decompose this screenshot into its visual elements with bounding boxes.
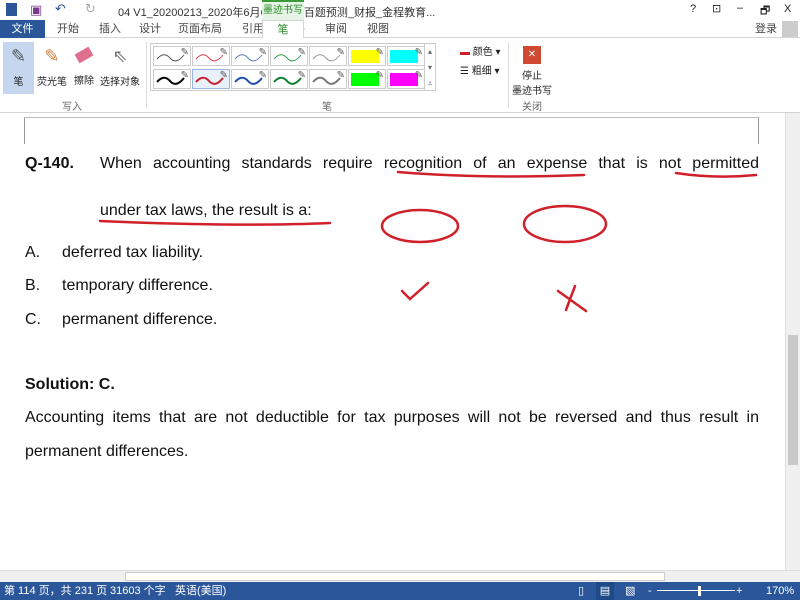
tab-file[interactable]: 文件 <box>0 20 45 38</box>
login-link[interactable]: 登录 <box>752 20 780 38</box>
pen-swatch[interactable]: ✎ <box>231 46 269 66</box>
color-button[interactable]: ▬ 颜色 ▾ <box>460 43 501 58</box>
read-mode-icon[interactable]: ▯ <box>578 582 584 600</box>
word-count[interactable]: 31603 个字 <box>110 582 166 600</box>
select-label: 选择对象 <box>100 77 140 88</box>
tab-home[interactable]: 开始 <box>50 20 86 38</box>
stop-label: 停止 <box>522 71 542 82</box>
document-area[interactable]: Q-140. When accounting standards require… <box>0 113 785 570</box>
close-x-icon: ✕ <box>523 46 541 64</box>
zoom-level[interactable]: 170% <box>766 582 794 600</box>
thickness-button[interactable]: ☰ 粗细 ▾ <box>460 62 500 77</box>
pen-swatch[interactable]: ✎ <box>309 46 347 66</box>
close-group-label: 关闭 <box>522 102 542 113</box>
help-button[interactable]: ? <box>690 3 696 15</box>
redo-icon[interactable]: ↻ <box>85 1 96 17</box>
eraser-button[interactable]: 擦除 <box>70 42 98 94</box>
scroll-thumb[interactable] <box>125 572 665 581</box>
ink-checkmark <box>400 281 430 301</box>
avatar[interactable] <box>782 21 798 37</box>
maximize-button[interactable]: 🗗 <box>760 2 770 21</box>
scroll-thumb[interactable] <box>788 335 798 465</box>
highlighter-icon: ✎ <box>44 46 60 66</box>
write-group-label: 写入 <box>62 102 82 113</box>
ink-underline <box>396 170 586 178</box>
ribbon: ✎ 笔 ✎ 荧光笔 擦除 ⇖ 选择对象 写入 ✎ ✎ ✎ ✎ ✎ ✎ ✎ ✎ ✎ ✎ ✎ ✎ ✎ ✎ ▴ ▾… <box>0 38 800 113</box>
language[interactable]: 英语(美国) <box>175 582 226 600</box>
zoom-in-button[interactable]: + <box>736 582 742 600</box>
page-count[interactable]: 第 114 页，共 231 页 <box>4 582 107 600</box>
pen-swatch[interactable]: ✎ <box>348 46 386 66</box>
save-icon[interactable]: ▣ <box>30 2 42 18</box>
pen-gallery: ✎ ✎ ✎ ✎ ✎ ✎ ✎ ✎ ✎ ✎ ✎ ✎ ✎ ✎ <box>150 43 425 91</box>
pen-label: 笔 <box>13 77 24 88</box>
status-bar: 第 114 页，共 231 页 31603 个字 英语(美国) ▯ ▤ ▧ - … <box>0 582 800 600</box>
horizontal-scrollbar[interactable] <box>0 570 800 582</box>
pen-swatch[interactable]: ✎ <box>192 69 230 89</box>
color-label: 颜色 <box>472 47 493 58</box>
close-button[interactable]: X <box>784 3 791 15</box>
zoom-slider[interactable] <box>657 590 735 591</box>
print-layout-icon[interactable]: ▤ <box>596 582 614 600</box>
pen-swatch[interactable]: ✎ <box>270 69 308 89</box>
tab-design[interactable]: 设计 <box>132 20 168 38</box>
ink-tools-context-tab: 墨迹书写工具 <box>262 0 304 34</box>
pen-swatch[interactable]: ✎ <box>153 69 191 89</box>
eraser-icon <box>74 46 94 64</box>
select-objects-button[interactable]: ⇖ 选择对象 <box>98 42 142 94</box>
word-icon <box>6 3 17 16</box>
ribbon-tabs: 文件 开始 插入 设计 页面布局 引用 邮件 审阅 视图 笔 登录 <box>0 20 800 39</box>
ribbon-display-button[interactable]: ⊡ <box>712 2 721 15</box>
thickness-label: 粗细 <box>471 66 492 77</box>
ink-annotations <box>98 170 758 313</box>
color-icon: ▬ <box>460 47 470 58</box>
tab-layout[interactable]: 页面布局 <box>172 20 228 38</box>
cursor-icon: ⇖ <box>112 46 128 66</box>
pen-swatch[interactable]: ✎ <box>270 46 308 66</box>
minimize-button[interactable]: – <box>737 2 743 14</box>
zoom-slider-thumb[interactable] <box>698 586 701 596</box>
highlighter-label: 荧光笔 <box>37 77 67 88</box>
divider <box>508 42 509 108</box>
stop-inking-button[interactable]: ✕ 停止 墨迹书写 <box>512 42 552 97</box>
pen-swatch[interactable]: ✎ <box>153 46 191 66</box>
eraser-label: 擦除 <box>74 76 94 87</box>
pen-swatch[interactable]: ✎ <box>387 69 425 89</box>
undo-icon[interactable]: ↶ <box>55 1 66 17</box>
ink-circle <box>380 208 460 244</box>
title-bar: ▣ ↶ ↻ 04 V1_20200213_2020年6月CFA一级百题预测_财报… <box>0 0 800 34</box>
pen-swatch[interactable]: ✎ <box>192 46 230 66</box>
ink-underline <box>98 219 332 226</box>
thickness-icon: ☰ <box>460 66 469 77</box>
ink-underline <box>674 171 758 178</box>
pen-swatch[interactable]: ✎ <box>348 69 386 89</box>
pen-swatch[interactable]: ✎ <box>309 69 347 89</box>
pen-swatch[interactable]: ✎ <box>231 69 269 89</box>
tab-pen[interactable]: 笔 <box>262 20 304 39</box>
pen-icon: ✎ <box>10 46 27 66</box>
tab-review[interactable]: 审阅 <box>318 20 354 38</box>
tab-view[interactable]: 视图 <box>360 20 396 38</box>
tab-insert[interactable]: 插入 <box>92 20 128 38</box>
pen-swatch[interactable]: ✎ <box>387 46 425 66</box>
ink-cross <box>556 284 588 313</box>
stop-label-2: 墨迹书写 <box>512 86 552 97</box>
ink-circle <box>522 204 608 244</box>
zoom-out-button[interactable]: - <box>648 582 652 600</box>
pens-group-label: 笔 <box>322 102 332 113</box>
gallery-scroll[interactable]: ▴ ▾ ⩡ <box>424 43 436 91</box>
vertical-scrollbar[interactable] <box>785 113 800 570</box>
pen-tool-button[interactable]: ✎ 笔 <box>3 42 34 94</box>
divider <box>146 42 147 108</box>
highlighter-button[interactable]: ✎ 荧光笔 <box>36 42 68 94</box>
web-layout-icon[interactable]: ▧ <box>625 582 635 600</box>
